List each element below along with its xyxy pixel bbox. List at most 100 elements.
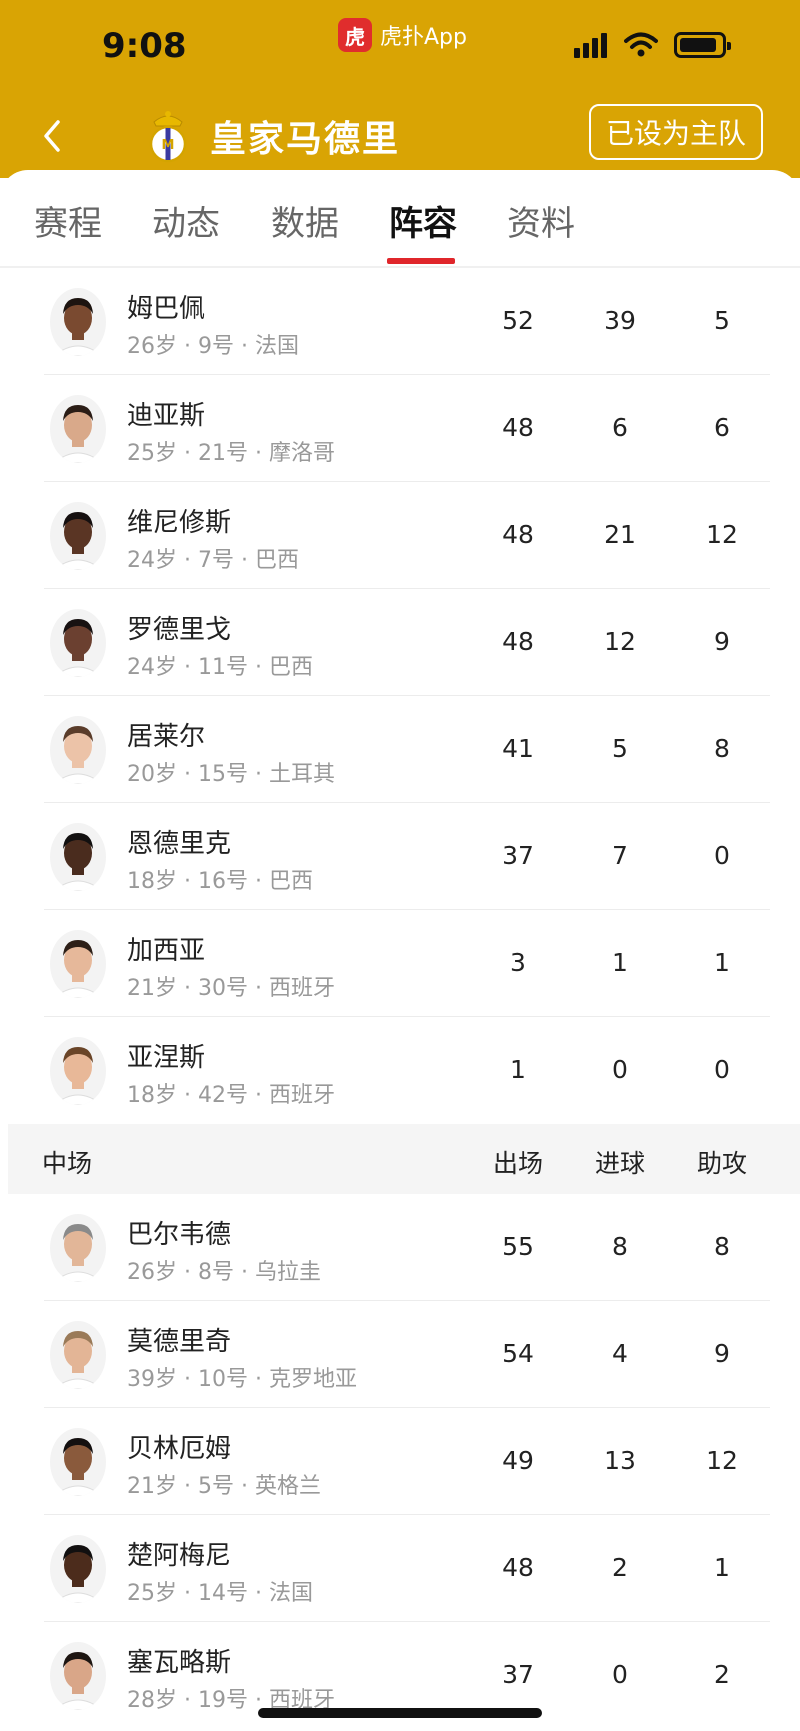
cellular-signal-icon [574, 32, 610, 58]
player-assists: 2 [714, 1660, 730, 1689]
wifi-icon [624, 32, 658, 57]
midfield-section-header: 中场 出场 进球 助攻 [8, 1124, 800, 1194]
player-goals: 8 [612, 1232, 628, 1261]
tab-stats[interactable]: 数据 [271, 196, 339, 245]
player-avatar [50, 1037, 106, 1105]
player-goals: 21 [604, 520, 636, 549]
player-row[interactable]: 楚阿梅尼 25岁 · 14号 · 法国 48 2 1 [0, 1515, 800, 1622]
player-goals: 12 [604, 627, 636, 656]
player-appearances: 55 [502, 1232, 534, 1261]
active-tab-indicator [387, 258, 455, 264]
player-row[interactable]: 巴尔韦德 26岁 · 8号 · 乌拉圭 55 8 8 [0, 1194, 800, 1301]
player-goals: 0 [612, 1055, 628, 1084]
tab-roster[interactable]: 阵容 [389, 196, 457, 245]
player-avatar [50, 1642, 106, 1710]
tab-bar: 赛程 动态 数据 阵容 资料 [0, 182, 800, 266]
player-assists: 9 [714, 627, 730, 656]
player-name: 恩德里克 [127, 829, 232, 859]
player-assists: 1 [714, 948, 730, 977]
nav-bar: M 皇家马德里 已设为主队 [0, 96, 800, 178]
player-appearances: 3 [510, 948, 526, 977]
player-info: 21岁 · 30号 · 西班牙 [127, 976, 335, 1001]
player-info: 24岁 · 11号 · 巴西 [127, 655, 313, 680]
set-home-team-button[interactable]: 已设为主队 [589, 104, 763, 160]
player-name: 加西亚 [127, 936, 206, 966]
player-row[interactable]: 亚涅斯 18岁 · 42号 · 西班牙 1 0 0 [0, 1017, 800, 1124]
player-goals: 7 [612, 841, 628, 870]
player-name: 居莱尔 [127, 722, 206, 752]
player-name: 塞瓦略斯 [127, 1648, 232, 1678]
player-row[interactable]: 莫德里奇 39岁 · 10号 · 克罗地亚 54 4 9 [0, 1301, 800, 1408]
player-avatar [50, 1535, 106, 1603]
player-goals: 39 [604, 306, 636, 335]
player-appearances: 48 [502, 520, 534, 549]
player-appearances: 37 [502, 841, 534, 870]
player-avatar [50, 930, 106, 998]
tab-profile[interactable]: 资料 [507, 196, 575, 245]
player-assists: 1 [714, 1553, 730, 1582]
player-row[interactable]: 姆巴佩 26岁 · 9号 · 法国 52 39 5 [0, 268, 800, 375]
player-assists: 0 [714, 841, 730, 870]
player-info: 25岁 · 21号 · 摩洛哥 [127, 441, 335, 466]
back-arrow-icon[interactable] [38, 116, 64, 156]
player-row[interactable]: 恩德里克 18岁 · 16号 · 巴西 37 7 0 [0, 803, 800, 910]
home-indicator [258, 1708, 542, 1718]
tab-news[interactable]: 动态 [152, 196, 220, 245]
player-goals: 2 [612, 1553, 628, 1582]
player-appearances: 48 [502, 627, 534, 656]
forwards-group: 姆巴佩 26岁 · 9号 · 法国 52 39 5 迪亚斯 25岁 · 21号 · 摩洛哥 4… [0, 268, 800, 1124]
player-name: 迪亚斯 [127, 401, 206, 431]
player-appearances: 49 [502, 1446, 534, 1475]
player-avatar [50, 1428, 106, 1496]
player-goals: 5 [612, 734, 628, 763]
section-title: 中场 [42, 1149, 93, 1178]
col-goals-header: 进球 [594, 1149, 645, 1178]
col-assists-header: 助攻 [696, 1149, 747, 1178]
player-assists: 8 [714, 1232, 730, 1261]
col-appearances-header: 出场 [492, 1149, 543, 1178]
player-row[interactable]: 加西亚 21岁 · 30号 · 西班牙 3 1 1 [0, 910, 800, 1017]
player-goals: 6 [612, 413, 628, 442]
player-info: 24岁 · 7号 · 巴西 [127, 548, 299, 573]
player-row[interactable]: 罗德里戈 24岁 · 11号 · 巴西 48 12 9 [0, 589, 800, 696]
player-goals: 1 [612, 948, 628, 977]
player-name: 亚涅斯 [127, 1043, 206, 1073]
player-appearances: 52 [502, 306, 534, 335]
clock: 9:08 [102, 26, 187, 66]
status-icons [574, 32, 731, 58]
player-appearances: 37 [502, 1660, 534, 1689]
player-info: 20岁 · 15号 · 土耳其 [127, 762, 335, 787]
player-assists: 9 [714, 1339, 730, 1368]
player-name: 罗德里戈 [127, 615, 232, 645]
player-avatar [50, 716, 106, 784]
player-row[interactable]: 迪亚斯 25岁 · 21号 · 摩洛哥 48 6 6 [0, 375, 800, 482]
player-avatar [50, 502, 106, 570]
player-info: 26岁 · 8号 · 乌拉圭 [127, 1260, 321, 1285]
player-info: 39岁 · 10号 · 克罗地亚 [127, 1367, 357, 1392]
player-avatar [50, 609, 106, 677]
player-assists: 12 [706, 1446, 738, 1475]
player-assists: 12 [706, 520, 738, 549]
player-row[interactable]: 居莱尔 20岁 · 15号 · 土耳其 41 5 8 [0, 696, 800, 803]
battery-icon [674, 32, 731, 58]
player-assists: 5 [714, 306, 730, 335]
app-badge: 虎 虎扑App [338, 18, 467, 52]
player-row[interactable]: 维尼修斯 24岁 · 7号 · 巴西 48 21 12 [0, 482, 800, 589]
svg-text:M: M [162, 138, 175, 153]
player-appearances: 1 [510, 1055, 526, 1084]
player-goals: 0 [612, 1660, 628, 1689]
tab-schedule[interactable]: 赛程 [34, 196, 102, 245]
real-madrid-crest-icon: M [149, 111, 187, 163]
player-avatar [50, 1321, 106, 1389]
player-row[interactable]: 贝林厄姆 21岁 · 5号 · 英格兰 49 13 12 [0, 1408, 800, 1515]
player-info: 21岁 · 5号 · 英格兰 [127, 1474, 321, 1499]
player-goals: 4 [612, 1339, 628, 1368]
player-appearances: 48 [502, 1553, 534, 1582]
player-avatar [50, 823, 106, 891]
player-avatar [50, 1214, 106, 1282]
player-goals: 13 [604, 1446, 636, 1475]
player-avatar [50, 395, 106, 463]
app-badge-label: 虎扑App [380, 25, 467, 50]
player-info: 18岁 · 42号 · 西班牙 [127, 1083, 335, 1108]
player-name: 楚阿梅尼 [127, 1541, 232, 1571]
